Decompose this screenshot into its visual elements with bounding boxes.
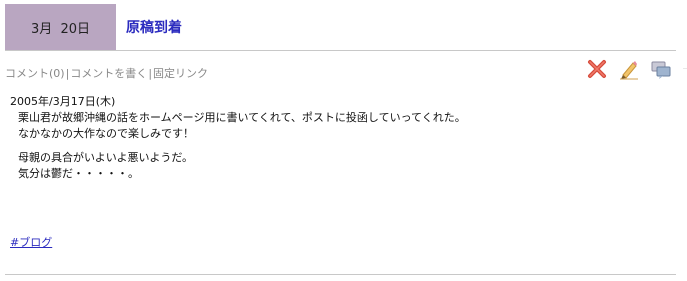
divider (5, 50, 676, 51)
post-body-line: 母親の具合がいよいよ悪いようだ。 (18, 151, 194, 164)
post-body-line: なかなかの大作なので楽しみです！ (18, 127, 194, 140)
post-body-line: 栗山君が故郷沖縄の話をホームページ用に書いてくれて、ポストに投函していってくれた… (18, 111, 466, 124)
post-body-line: 気分は鬱だ・・・・・。 (18, 167, 139, 180)
comments-link[interactable]: コメント(0) (5, 65, 65, 81)
comment-icon[interactable] (650, 58, 672, 80)
post-date: 3月 20日 (5, 4, 116, 50)
post-date-month: 3月 (30, 21, 53, 37)
post-title[interactable]: 原稿到着 (126, 17, 182, 37)
tag-link[interactable]: #ブログ (10, 234, 52, 250)
scrollbar-edge (683, 58, 687, 188)
post-date-day: 20日 (60, 21, 91, 37)
post-body: 2005年/3月17日(木) 栗山君が故郷沖縄の話をホームページ用に書いてくれて… (10, 94, 466, 182)
divider (5, 274, 676, 275)
edit-icon[interactable] (618, 58, 640, 80)
separator: | (65, 66, 70, 80)
write-comment-link[interactable]: コメントを書く (70, 65, 147, 81)
post-body-date: 2005年/3月17日(木) (10, 95, 116, 108)
post-toolbar: コメント(0) | コメントを書く | 固定リンク (5, 65, 208, 81)
post-actions (586, 58, 672, 80)
delete-icon[interactable] (586, 58, 608, 80)
separator: | (148, 66, 153, 80)
permalink-link[interactable]: 固定リンク (153, 65, 208, 81)
